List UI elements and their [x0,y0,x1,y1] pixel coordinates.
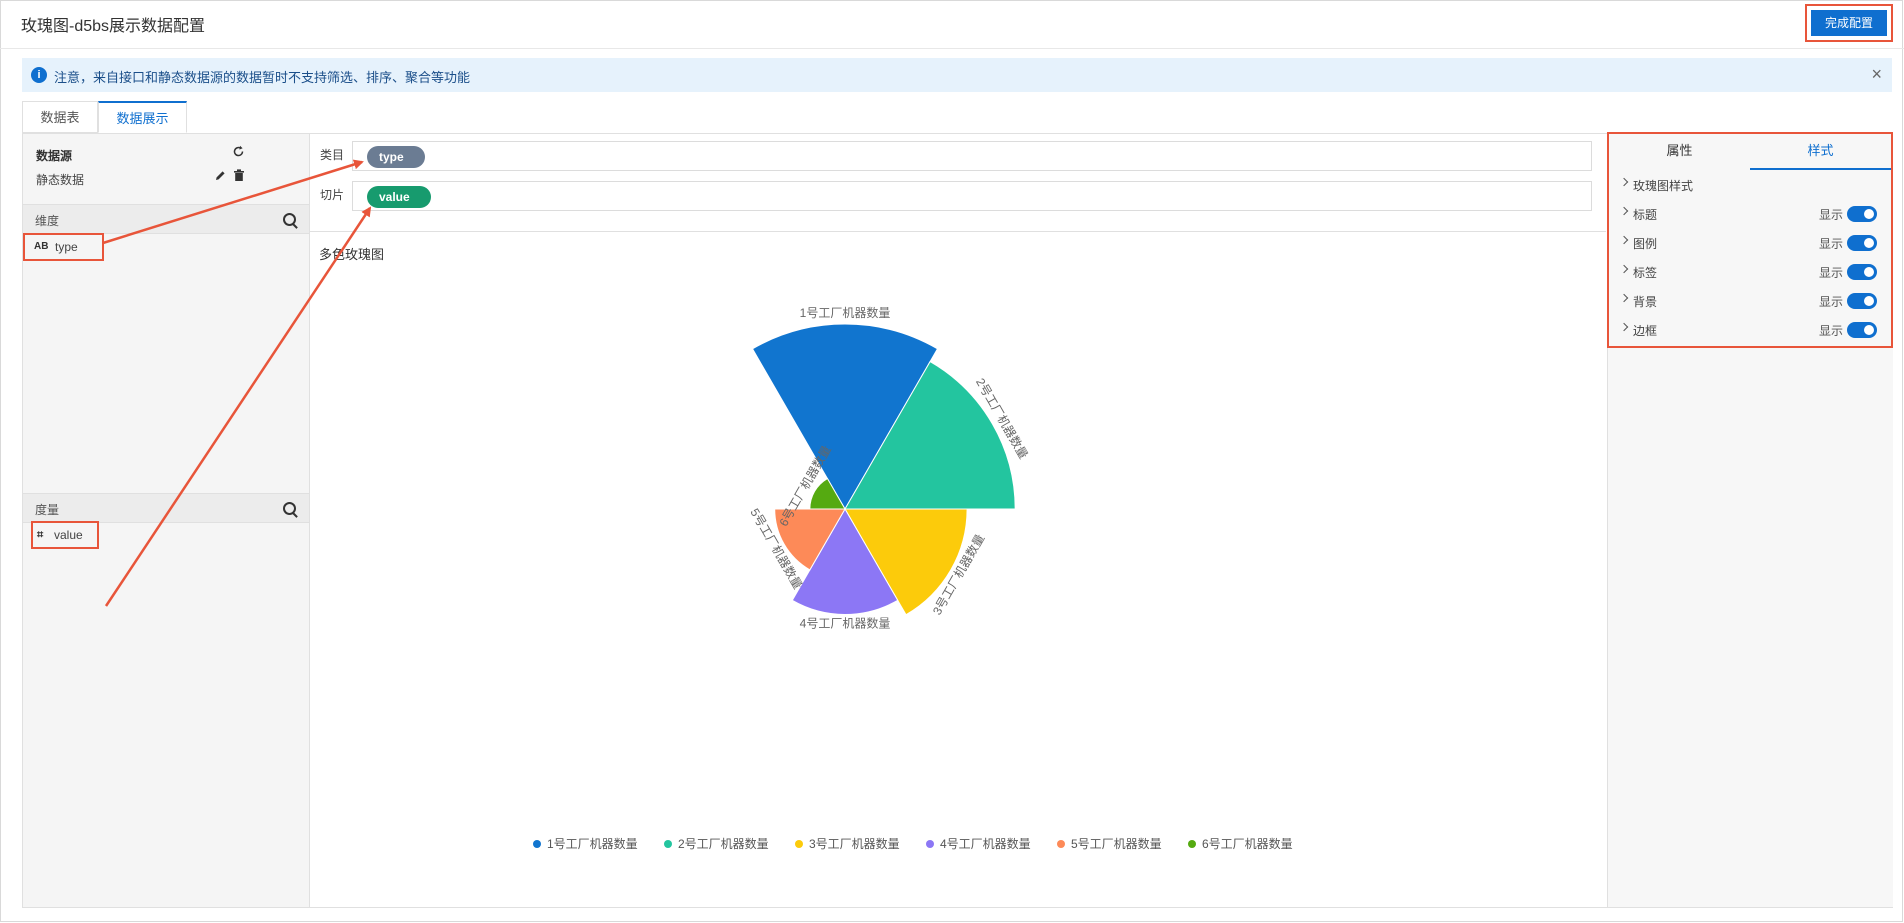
title-bar: 玫瑰图-d5bs展示数据配置 [0,0,1904,49]
legend-label[interactable]: 2号工厂机器数量 [678,836,769,851]
style-item-label-setting[interactable]: 标签 显示 [1609,257,1891,286]
chevron-right-icon [1619,322,1629,332]
style-panel: 属性 样式 玫瑰图样式 标题 显示 图例 显示 标签 显示 背景 显示 边框 显… [1607,132,1893,348]
style-item-label: 背景 [1633,295,1658,309]
legend-label[interactable]: 1号工厂机器数量 [547,836,638,851]
tab-properties[interactable]: 属性 [1609,134,1750,170]
dimension-field-type[interactable]: AB type [23,233,104,261]
done-button-highlight: 完成配置 [1805,4,1893,42]
style-item-label: 玫瑰图样式 [1633,179,1694,193]
measure-header: 度量 [35,503,60,517]
style-item-title[interactable]: 标题 显示 [1609,199,1891,228]
refresh-icon[interactable] [232,145,245,158]
chevron-right-icon [1619,264,1629,274]
slice-row: 切片 value [310,174,1606,214]
info-icon: i [31,67,47,83]
field-panel: 数据源 静态数据 维度 AB type 度量 ⌗ value [23,134,310,907]
switch-label: 显示 [1819,208,1844,222]
style-item-border[interactable]: 边框 显示 [1609,315,1891,344]
style-item-legend[interactable]: 图例 显示 [1609,228,1891,257]
field-name: value [54,528,83,542]
category-row: 类目 type [310,134,1606,174]
style-item-label: 边框 [1633,324,1658,338]
chevron-right-icon [1619,177,1629,187]
tab-style[interactable]: 样式 [1750,134,1891,170]
done-config-button[interactable]: 完成配置 [1811,10,1887,36]
chart-config-panel: 类目 type 切片 value 多色玫瑰图 1号工厂机器数量 2号工厂机器数量 3… [310,134,1606,907]
style-item-rose[interactable]: 玫瑰图样式 [1609,170,1891,199]
style-tabs: 属性 样式 [1609,134,1891,170]
notice-banner: i 注意，来自接口和静态数据源的数据暂时不支持筛选、排序、聚合等功能 × [22,58,1892,92]
datasource-name: 静态数据 [36,173,85,187]
chevron-right-icon [1619,206,1629,216]
legend-marker[interactable] [533,840,541,848]
border-toggle[interactable] [1847,322,1877,338]
sector-label: 4号工厂机器数量 [800,616,891,631]
edit-icon[interactable] [214,169,227,182]
legend-marker[interactable] [795,840,803,848]
category-label: 类目 [320,148,345,162]
sector-label: 1号工厂机器数量 [800,305,891,320]
slice-pill[interactable]: value [367,186,431,208]
measure-field-value[interactable]: ⌗ value [31,521,99,549]
dimension-header: 维度 [35,214,60,228]
legend-marker[interactable] [1057,840,1065,848]
switch-label: 显示 [1819,324,1844,338]
field-name: type [55,240,78,254]
title-toggle[interactable] [1847,206,1877,222]
legend-marker[interactable] [664,840,672,848]
search-icon[interactable] [283,213,296,226]
style-item-label: 图例 [1633,237,1658,251]
background-toggle[interactable] [1847,293,1877,309]
switch-label: 显示 [1819,295,1844,309]
legend-label[interactable]: 4号工厂机器数量 [940,836,1031,851]
legend-label[interactable]: 6号工厂机器数量 [1202,836,1293,851]
rose-chart: 1号工厂机器数量 2号工厂机器数量 3号工厂机器数量 4号工厂机器数量 5号工厂机器数量… [533,305,1293,851]
legend-marker[interactable] [1188,840,1196,848]
category-dropzone[interactable]: type [352,141,1592,171]
legend-label[interactable]: 3号工厂机器数量 [809,836,900,851]
dimension-section: 维度 [23,204,309,234]
delete-icon[interactable] [233,169,245,182]
legend-label[interactable]: 5号工厂机器数量 [1071,836,1162,851]
chevron-right-icon [1619,235,1629,245]
legend-marker[interactable] [926,840,934,848]
switch-label: 显示 [1819,237,1844,251]
chart-area: 多色玫瑰图 1号工厂机器数量 2号工厂机器数量 3号工厂机器数量 4号工厂机器数量 5号… [310,231,1606,908]
label-toggle[interactable] [1847,264,1877,280]
close-icon[interactable]: × [1871,64,1882,85]
slice-label: 切片 [320,188,345,202]
tab-data-display[interactable]: 数据展示 [98,101,187,133]
style-item-label: 标签 [1633,266,1658,280]
notice-text: 注意，来自接口和静态数据源的数据暂时不支持筛选、排序、聚合等功能 [54,70,471,85]
measure-section: 度量 [23,493,309,523]
search-icon[interactable] [283,502,296,515]
chevron-right-icon [1619,293,1629,303]
number-type-icon: ⌗ [37,529,44,541]
slice-dropzone[interactable]: value [352,181,1592,211]
datasource-header: 数据源 [36,149,73,163]
text-type-icon: AB [34,241,49,252]
window-title: 玫瑰图-d5bs展示数据配置 [21,18,206,35]
switch-label: 显示 [1819,266,1844,280]
category-pill[interactable]: type [367,146,425,168]
style-item-background[interactable]: 背景 显示 [1609,286,1891,315]
legend-toggle[interactable] [1847,235,1877,251]
tab-data-table[interactable]: 数据表 [22,101,98,133]
style-item-label: 标题 [1633,208,1658,222]
